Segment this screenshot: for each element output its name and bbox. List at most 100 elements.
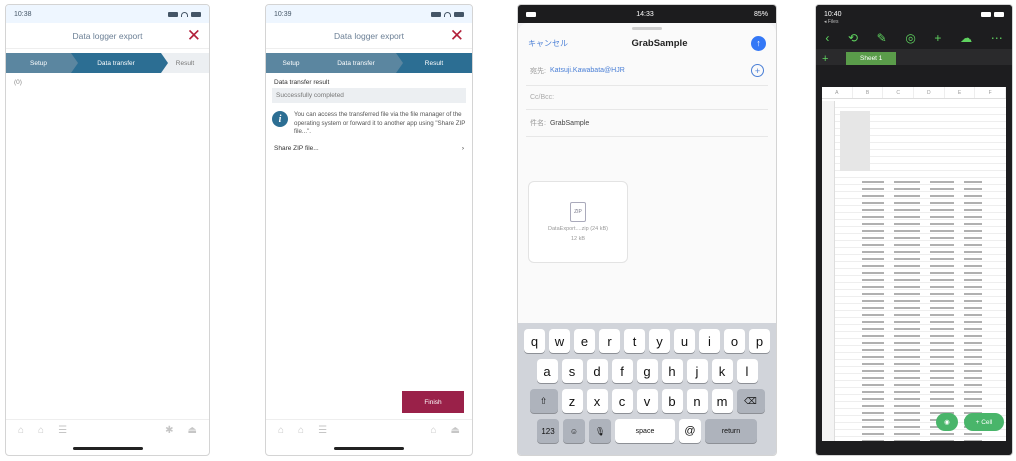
tool-icon-1[interactable]: ⌂ [278, 425, 284, 436]
step-data-transfer-label: Data transfer [97, 59, 135, 67]
key-r[interactable]: r [599, 329, 620, 353]
column-header-d[interactable]: D [914, 87, 945, 98]
key-q[interactable]: q [524, 329, 545, 353]
step-data-transfer[interactable]: Data transfer [71, 53, 168, 73]
key-w[interactable]: w [549, 329, 570, 353]
delete-key[interactable]: ⌫ [736, 389, 765, 413]
menu-icon[interactable]: ☰ [58, 425, 67, 436]
key-u[interactable]: u [674, 329, 695, 353]
key-s[interactable]: s [561, 359, 583, 383]
key-d[interactable]: d [586, 359, 608, 383]
emoji-key[interactable]: ☺ [563, 419, 585, 443]
step-result[interactable]: Result [396, 53, 472, 73]
file-icon: ZIP [570, 202, 586, 222]
back-to-files-link[interactable]: ◂ Files [824, 19, 838, 25]
key-j[interactable]: j [686, 359, 708, 383]
key-f[interactable]: f [611, 359, 633, 383]
subject-field[interactable]: 件名: GrabSample [526, 110, 768, 137]
brush-icon[interactable]: ✎ [877, 31, 887, 45]
info-icon: i [272, 111, 288, 127]
key-b[interactable]: b [661, 389, 683, 413]
tab-sheet-1[interactable]: Sheet 1 [846, 52, 897, 65]
signal-icon [526, 11, 536, 17]
close-icon[interactable]: ✕ [450, 27, 464, 44]
step-data-transfer[interactable]: Data transfer [316, 53, 403, 73]
more-icon[interactable]: ⋯ [991, 31, 1003, 45]
tool-icon-2[interactable]: ⌂ [298, 425, 304, 436]
return-key[interactable]: return [705, 419, 757, 443]
column-header-a[interactable]: A [822, 87, 853, 98]
key-n[interactable]: n [686, 389, 708, 413]
exit-icon[interactable]: ⏏ [188, 425, 197, 436]
column-header-c[interactable]: C [883, 87, 915, 98]
shift-key[interactable]: ⇧ [529, 389, 558, 413]
status-time: 14:33 [636, 10, 654, 18]
key-m[interactable]: m [711, 389, 733, 413]
key-x[interactable]: x [586, 389, 608, 413]
spreadsheet-toolbar: ‹ ⟲ ✎ ◎ + ☁ ⋯ [816, 27, 1012, 49]
key-p[interactable]: p [749, 329, 770, 353]
page-title: Data logger export [334, 30, 404, 41]
share-icon[interactable]: ☁ [960, 31, 972, 45]
key-t[interactable]: t [624, 329, 645, 353]
battery-icon [191, 11, 201, 17]
send-button[interactable]: ↑ [751, 35, 766, 51]
key-g[interactable]: g [636, 359, 658, 383]
cancel-button[interactable]: キャンセル [528, 38, 568, 49]
step-setup[interactable]: Setup [266, 53, 323, 73]
space-key[interactable]: space [615, 419, 675, 443]
column-header-b[interactable]: B [853, 87, 884, 98]
page-header: Data logger export ✕ [6, 23, 209, 49]
key-c[interactable]: c [611, 389, 633, 413]
back-icon[interactable]: ‹ [825, 31, 829, 45]
to-value[interactable]: Katsuji.Kawabata@HJR [550, 67, 747, 74]
key-v[interactable]: v [636, 389, 658, 413]
step-setup[interactable]: Setup [6, 53, 78, 73]
tool-icon-3[interactable]: ⌂ [431, 425, 437, 436]
column-header-e[interactable]: E [945, 87, 976, 98]
key-a[interactable]: a [536, 359, 558, 383]
close-icon[interactable]: ✕ [187, 27, 201, 44]
undo-icon[interactable]: ⟲ [848, 31, 858, 45]
data-column-d [964, 181, 982, 441]
step-navigation: Setup Data transfer Result [266, 53, 472, 73]
key-k[interactable]: k [711, 359, 733, 383]
share-zip-row[interactable]: Share ZIP file... › [274, 145, 464, 156]
attachment-thumbnail[interactable]: ZIP DataExport....zip (24 kB) 12 kB [528, 181, 628, 263]
format-icon[interactable]: ◎ [905, 31, 915, 45]
keyboard-row-4: 123 ☺ 🎙 space @ return [521, 419, 773, 443]
subject-value[interactable]: GrabSample [550, 120, 589, 127]
phone-screen-result: 10:39 Data logger export ✕ Setup Data tr… [265, 4, 473, 456]
cc-field[interactable]: Cc/Bcc: [526, 86, 768, 110]
status-bar: 14:33 85% [518, 5, 776, 23]
spreadsheet-grid[interactable]: ABCDEF [822, 87, 1006, 441]
step-result[interactable]: Result [161, 53, 209, 73]
key-h[interactable]: h [661, 359, 683, 383]
key-z[interactable]: z [561, 389, 583, 413]
menu-icon[interactable]: ☰ [318, 425, 327, 436]
mic-key[interactable]: 🎙 [589, 419, 611, 443]
add-contact-icon[interactable]: + [751, 64, 764, 77]
key-o[interactable]: o [724, 329, 745, 353]
status-bar: 10:38 [6, 5, 209, 23]
status-icons [168, 11, 201, 17]
column-header-f[interactable]: F [975, 87, 1006, 98]
key-e[interactable]: e [574, 329, 595, 353]
tool-icon-2[interactable]: ⌂ [38, 425, 44, 436]
phone-screen-mail-compose: 14:33 85% キャンセル GrabSample ↑ 宛先: Katsuji… [517, 4, 777, 456]
add-sheet-button[interactable]: + [822, 53, 836, 65]
at-key[interactable]: @ [679, 419, 701, 443]
finish-button[interactable]: Finish [402, 391, 464, 413]
tool-icon-1[interactable]: ⌂ [18, 425, 24, 436]
add-cell-fab[interactable]: + Cell [964, 413, 1004, 431]
tool-icon-3[interactable]: ✱ [165, 425, 173, 436]
status-time: 10:38 [14, 10, 32, 18]
add-icon[interactable]: + [934, 31, 941, 45]
to-field[interactable]: 宛先: Katsuji.Kawabata@HJR + [526, 56, 768, 86]
key-l[interactable]: l [736, 359, 758, 383]
key-y[interactable]: y [649, 329, 670, 353]
key-i[interactable]: i [699, 329, 720, 353]
camera-fab[interactable]: ◉ [936, 413, 958, 431]
numbers-key[interactable]: 123 [537, 419, 559, 443]
exit-icon[interactable]: ⏏ [451, 425, 460, 436]
